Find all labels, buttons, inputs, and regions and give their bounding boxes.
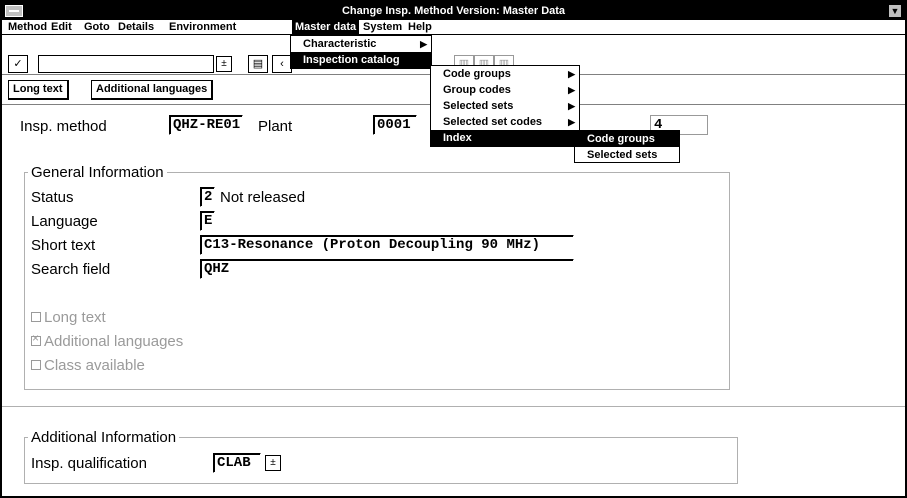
menu-environment[interactable]: Environment bbox=[166, 20, 239, 35]
status-text: Not released bbox=[220, 189, 306, 206]
submenu-arrow-icon: ▶ bbox=[568, 117, 575, 127]
short-text-label: Short text bbox=[31, 237, 96, 254]
menu-item-group-codes[interactable]: Group codes ▶ bbox=[431, 82, 579, 98]
command-field[interactable] bbox=[38, 55, 214, 73]
menu-item-code-groups[interactable]: Code groups ▶ bbox=[431, 66, 579, 82]
menu-goto[interactable]: Goto bbox=[81, 20, 113, 35]
master-data-menu: Characteristic ▶ Inspection catalog bbox=[290, 35, 432, 69]
check-icon[interactable]: ✓ bbox=[8, 55, 28, 73]
inspection-catalog-menu: Code groups ▶ Group codes ▶ Selected sets ▶… bbox=[430, 65, 580, 147]
general-information-title: General Information bbox=[28, 164, 167, 181]
window-title: Change Insp. Method Version: Master Data bbox=[341, 5, 566, 17]
menu-item-group-codes-label: Group codes bbox=[443, 84, 511, 96]
menu-item-index-code-groups[interactable]: Code groups bbox=[575, 131, 679, 147]
long-text-checkbox-label: Long text bbox=[44, 309, 106, 326]
status-label: Status bbox=[31, 189, 74, 206]
menu-item-index[interactable]: Index bbox=[431, 130, 579, 146]
checkbox-icon bbox=[31, 360, 41, 370]
additional-languages-button[interactable]: Additional languages bbox=[91, 80, 214, 100]
insp-qualification-label: Insp. qualification bbox=[31, 455, 147, 472]
menu-item-selected-set-codes[interactable]: Selected set codes ▶ bbox=[431, 114, 579, 130]
menu-bar: Method Edit Goto Details Environment Mas… bbox=[2, 20, 905, 35]
menu-item-inspection-catalog[interactable]: Inspection catalog bbox=[291, 52, 431, 68]
submenu-arrow-icon: ▶ bbox=[568, 85, 575, 95]
back-icon[interactable]: ‹ bbox=[272, 55, 292, 73]
menu-item-index-label: Index bbox=[443, 132, 472, 144]
insp-method-field[interactable]: QHZ-RE01 bbox=[169, 115, 243, 135]
submenu-arrow-icon: ▶ bbox=[568, 69, 575, 79]
menu-details[interactable]: Details bbox=[115, 20, 157, 35]
menu-item-selected-sets-label: Selected sets bbox=[443, 100, 514, 112]
menu-master-data[interactable]: Master data bbox=[292, 20, 360, 35]
menu-item-characteristic[interactable]: Characteristic ▶ bbox=[291, 36, 431, 52]
long-text-checkbox: Long text bbox=[31, 309, 106, 326]
index-menu: Code groups Selected sets bbox=[574, 130, 680, 163]
qualification-dropdown-icon[interactable]: ± bbox=[265, 455, 281, 471]
long-text-button[interactable]: Long text bbox=[8, 80, 69, 100]
submenu-arrow-icon: ▶ bbox=[568, 101, 575, 111]
system-menu-icon[interactable] bbox=[5, 5, 23, 17]
additional-languages-checkbox-label: Additional languages bbox=[44, 333, 184, 350]
menu-edit[interactable]: Edit bbox=[48, 20, 75, 35]
menu-help[interactable]: Help bbox=[405, 20, 435, 35]
class-available-checkbox-label: Class available bbox=[44, 357, 145, 374]
menu-item-selected-set-codes-label: Selected set codes bbox=[443, 116, 543, 128]
divider bbox=[2, 406, 905, 407]
search-field-label: Search field bbox=[31, 261, 111, 278]
search-field-input[interactable]: QHZ bbox=[200, 259, 574, 279]
sap-window: Change Insp. Method Version: Master Data… bbox=[0, 0, 907, 498]
submenu-arrow-icon: ▶ bbox=[420, 39, 427, 49]
menu-item-selected-sets[interactable]: Selected sets ▶ bbox=[431, 98, 579, 114]
menu-item-inspection-catalog-label: Inspection catalog bbox=[303, 54, 400, 66]
insp-method-label: Insp. method bbox=[20, 118, 107, 135]
menu-item-code-groups-label: Code groups bbox=[443, 68, 511, 80]
maximize-icon[interactable]: ▼ bbox=[888, 4, 902, 18]
insp-qualification-field[interactable]: CLAB bbox=[213, 453, 261, 473]
menu-item-characteristic-label: Characteristic bbox=[303, 38, 377, 50]
checkbox-icon bbox=[31, 312, 41, 322]
additional-languages-checkbox: Additional languages bbox=[31, 331, 184, 350]
menu-method[interactable]: Method bbox=[5, 20, 50, 35]
language-field[interactable]: E bbox=[200, 211, 215, 231]
additional-information-title: Additional Information bbox=[28, 429, 180, 446]
checkbox-checked-icon bbox=[31, 331, 41, 346]
class-available-checkbox: Class available bbox=[31, 357, 145, 374]
title-bar: Change Insp. Method Version: Master Data… bbox=[2, 2, 905, 20]
save-icon[interactable]: ▤ bbox=[248, 55, 268, 73]
plant-label: Plant bbox=[258, 118, 293, 135]
menu-system[interactable]: System bbox=[360, 20, 405, 35]
status-field[interactable]: 2 bbox=[200, 187, 215, 207]
menu-item-index-selected-sets[interactable]: Selected sets bbox=[575, 147, 679, 163]
menu-item-index-selected-sets-label: Selected sets bbox=[587, 149, 658, 161]
language-label: Language bbox=[31, 213, 98, 230]
short-text-field[interactable]: C13-Resonance (Proton Decoupling 90 MHz) bbox=[200, 235, 574, 255]
menu-item-index-code-groups-label: Code groups bbox=[587, 133, 655, 145]
command-dropdown-icon[interactable]: ± bbox=[216, 56, 232, 72]
plant-field[interactable]: 0001 bbox=[373, 115, 417, 135]
